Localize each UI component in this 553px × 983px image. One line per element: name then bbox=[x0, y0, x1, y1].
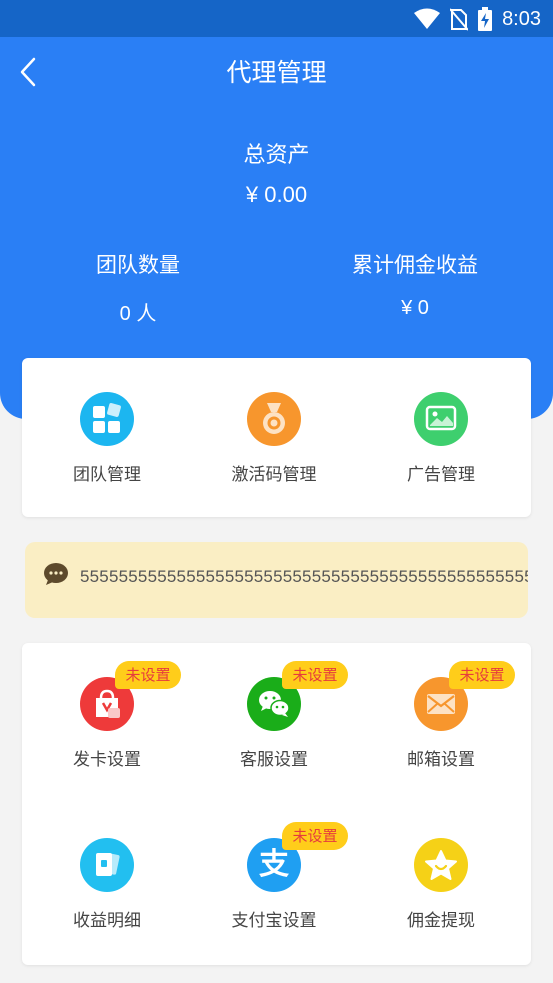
alipay-icon: 支 未设置 bbox=[247, 822, 348, 892]
customer-service-settings-label: 客服设置 bbox=[240, 750, 308, 770]
team-count-label: 团队数量 bbox=[96, 253, 180, 277]
page-title: 代理管理 bbox=[226, 58, 327, 87]
activation-code-label: 激活码管理 bbox=[231, 465, 317, 485]
earnings-cards-icon bbox=[80, 838, 134, 892]
activation-code-button[interactable]: 激活码管理 bbox=[189, 392, 359, 485]
commission-stat: 累计佣金收益 ¥ 0 bbox=[300, 249, 530, 320]
team-count-stat: 团队数量 0 人 bbox=[23, 249, 253, 326]
customer-service-settings-button[interactable]: 未设置 客服设置 bbox=[189, 661, 359, 770]
ad-management-button[interactable]: 广告管理 bbox=[356, 392, 526, 485]
status-icons: 8:03 bbox=[414, 6, 541, 32]
commission-withdraw-button[interactable]: 佣金提现 bbox=[356, 838, 526, 931]
card-issuing-settings-button[interactable]: 未设置 发卡设置 bbox=[22, 661, 192, 770]
star-icon bbox=[414, 838, 468, 892]
commission-withdraw-label: 佣金提现 bbox=[407, 911, 475, 931]
total-assets-value: ¥ 0.00 bbox=[245, 182, 308, 207]
card-bag-icon: 未设置 bbox=[80, 661, 181, 731]
notice-text: 5555555555555555555555555555555555555555… bbox=[80, 567, 528, 586]
team-grid-icon bbox=[80, 392, 134, 446]
team-management-label: 团队管理 bbox=[73, 465, 141, 485]
team-management-button[interactable]: 团队管理 bbox=[22, 392, 192, 485]
battery-charging-icon bbox=[478, 7, 493, 31]
wifi-icon bbox=[414, 8, 441, 29]
alipay-settings-button[interactable]: 支 未设置 支付宝设置 bbox=[189, 822, 359, 931]
unset-badge: 未设置 bbox=[282, 661, 348, 689]
mail-icon: 未设置 bbox=[414, 661, 515, 731]
earnings-detail-button[interactable]: 收益明细 bbox=[22, 838, 192, 931]
commission-label: 累计佣金收益 bbox=[352, 253, 478, 277]
settings-card: 未设置 发卡设置 未设置 客服设置 未设置 邮箱设置 收益明细 支 未设置 支付… bbox=[22, 643, 531, 965]
wechat-icon: 未设置 bbox=[247, 661, 348, 731]
card-issuing-settings-label: 发卡设置 bbox=[73, 750, 141, 770]
ad-management-label: 广告管理 bbox=[407, 465, 475, 485]
email-settings-label: 邮箱设置 bbox=[407, 750, 475, 770]
unset-badge: 未设置 bbox=[449, 661, 515, 689]
unset-badge: 未设置 bbox=[282, 822, 348, 850]
alipay-settings-label: 支付宝设置 bbox=[231, 911, 317, 931]
image-ad-icon bbox=[414, 392, 468, 446]
status-time: 8:03 bbox=[502, 7, 541, 30]
commission-value: ¥ 0 bbox=[401, 297, 429, 319]
earnings-detail-label: 收益明细 bbox=[73, 911, 141, 931]
unset-badge: 未设置 bbox=[115, 661, 181, 689]
management-card: 团队管理 激活码管理 广告管理 bbox=[22, 358, 531, 517]
status-bar: 8:03 bbox=[0, 0, 553, 37]
notice-bar[interactable]: 5555555555555555555555555555555555555555… bbox=[25, 542, 528, 618]
team-count-value: 0 人 bbox=[119, 303, 157, 325]
email-settings-button[interactable]: 未设置 邮箱设置 bbox=[356, 661, 526, 770]
total-assets-label: 总资产 bbox=[243, 143, 310, 168]
no-sim-icon bbox=[450, 8, 469, 31]
medal-icon bbox=[247, 392, 301, 446]
message-icon bbox=[44, 563, 68, 585]
